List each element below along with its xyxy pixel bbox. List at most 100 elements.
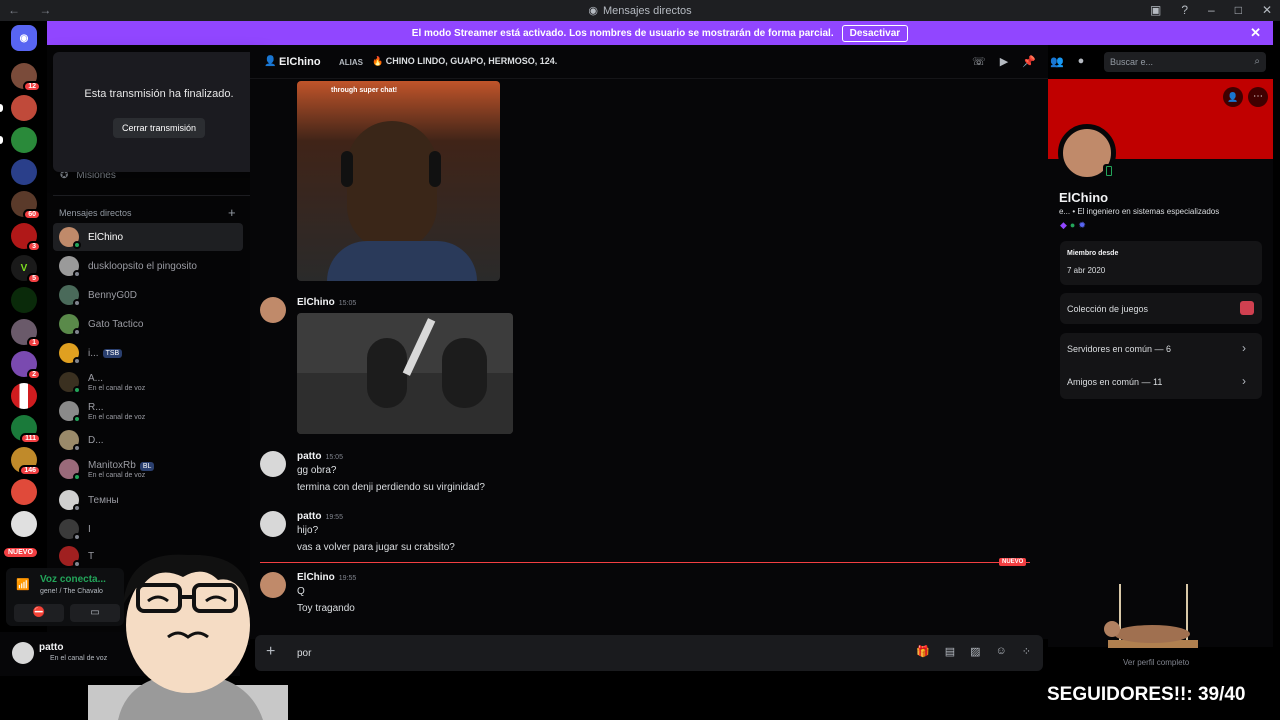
- chevron-right-icon: ›: [1242, 374, 1246, 388]
- avatar: [59, 401, 81, 423]
- dm-item[interactable]: ElChino: [53, 223, 243, 251]
- server-icon[interactable]: [11, 383, 37, 409]
- server-icon[interactable]: [0, 127, 37, 153]
- server-icon[interactable]: 60: [11, 191, 41, 220]
- apps-icon[interactable]: ⁘: [1022, 645, 1031, 658]
- new-servers-badge[interactable]: NUEVO: [4, 548, 37, 557]
- discord-icon: ◉: [588, 5, 598, 17]
- search-icon: ⌕: [1254, 56, 1260, 67]
- dm-name: A...: [88, 372, 104, 384]
- server-icon[interactable]: 3: [11, 223, 41, 252]
- badge-icon[interactable]: ◆: [1060, 220, 1067, 231]
- dm-name-block: R... En el canal de voz: [88, 402, 145, 421]
- message-author[interactable]: ElChino 19:55: [297, 572, 356, 583]
- streamer-banner-text: El modo Streamer está activado. Los nomb…: [411, 27, 834, 39]
- minimize-icon[interactable]: –: [1208, 3, 1215, 17]
- message-input[interactable]: [297, 645, 857, 661]
- camera-off-button[interactable]: ⛔: [14, 604, 64, 622]
- inbox-icon[interactable]: ▣: [1150, 3, 1161, 17]
- profile-icon[interactable]: ●: [1078, 55, 1085, 68]
- games-label: Colección de juegos: [1067, 304, 1149, 314]
- add-friend-icon[interactable]: 👤: [1223, 87, 1243, 107]
- badge-icon[interactable]: ✹: [1078, 220, 1086, 231]
- new-messages-divider: [260, 562, 1030, 563]
- server-icon[interactable]: 2: [11, 351, 41, 380]
- server-icon[interactable]: 111: [11, 415, 41, 444]
- dm-item[interactable]: ManitoxRb BL En el canal de voz: [53, 455, 243, 483]
- dm-name: Темны: [88, 494, 119, 506]
- avatar[interactable]: [260, 451, 286, 477]
- image-attachment[interactable]: [297, 313, 513, 434]
- create-dm-button[interactable]: +: [228, 205, 236, 220]
- avatar[interactable]: [260, 297, 286, 323]
- server-icon[interactable]: [11, 511, 37, 537]
- server-icon[interactable]: 12: [11, 63, 41, 92]
- emoji-icon[interactable]: ☺: [996, 645, 1007, 658]
- avatar: [59, 343, 81, 365]
- more-icon[interactable]: ⋯: [1248, 87, 1268, 107]
- channel-name[interactable]: ElChino: [279, 56, 321, 68]
- server-icon[interactable]: 1: [11, 319, 41, 348]
- discord-logo-icon: ◉: [19, 32, 29, 44]
- cartoon-figure: [367, 338, 407, 408]
- sticker-icon[interactable]: ▨: [970, 645, 980, 658]
- video-icon[interactable]: ▶: [1000, 55, 1008, 68]
- maximize-icon[interactable]: □: [1235, 3, 1242, 17]
- view-full-profile-link[interactable]: Ver perfil completo: [1123, 658, 1189, 667]
- dm-item[interactable]: i... TSB: [53, 339, 243, 367]
- mention-badge: 12: [23, 81, 41, 92]
- server-icon[interactable]: [11, 159, 37, 185]
- close-window-icon[interactable]: ✕: [1262, 3, 1272, 17]
- dm-item[interactable]: BennyG0D: [53, 281, 243, 309]
- chat-header: 👤 ElChino ALIAS 🔥 CHINO LINDO, GUAPO, HE…: [250, 45, 1084, 79]
- dm-status: En el canal de voz: [88, 384, 146, 392]
- dm-item[interactable]: A... En el canal de voz: [53, 368, 243, 396]
- timestamp: 15:05: [325, 454, 343, 461]
- message-author[interactable]: ElChino 15:05: [297, 297, 356, 308]
- add-attachment-icon[interactable]: +: [266, 643, 275, 661]
- avatar[interactable]: [12, 642, 34, 664]
- close-stream-button[interactable]: Cerrar transmisión: [113, 118, 205, 138]
- close-banner-icon[interactable]: ✕: [1250, 25, 1261, 41]
- mention-badge: 146: [19, 465, 41, 476]
- pin-icon[interactable]: 📌: [1022, 55, 1036, 68]
- profile-avatar[interactable]: [1058, 124, 1116, 182]
- call-icon[interactable]: ☏: [972, 55, 986, 68]
- server-icon[interactable]: [11, 479, 37, 505]
- dm-item[interactable]: Темны: [53, 486, 243, 514]
- streamer-mode-banner: El modo Streamer está activado. Los nomb…: [47, 21, 1273, 45]
- avatar[interactable]: [260, 511, 286, 537]
- message-text: Q: [297, 586, 305, 597]
- dm-item[interactable]: Gato Tactico: [53, 310, 243, 338]
- mention-badge: 1: [27, 337, 41, 348]
- gif-icon[interactable]: ▤: [945, 645, 955, 658]
- timestamp: 15:05: [338, 300, 357, 307]
- friends-in-common-row[interactable]: Amigos en común — 11 ›: [1060, 366, 1262, 397]
- server-icon[interactable]: [11, 287, 37, 313]
- server-icon[interactable]: 146: [11, 447, 41, 476]
- servers-in-common-row[interactable]: Servidores en común — 6 ›: [1060, 333, 1262, 364]
- headphones: [341, 151, 353, 187]
- dm-item[interactable]: I: [53, 515, 243, 543]
- dm-item[interactable]: D...: [53, 426, 243, 454]
- server-icon[interactable]: V5: [11, 255, 41, 284]
- message-text: termina con denji perdiendo su virginida…: [297, 482, 485, 493]
- avatar[interactable]: [260, 572, 286, 598]
- server-icon[interactable]: [0, 95, 37, 121]
- dm-item[interactable]: R... En el canal de voz: [53, 397, 243, 425]
- games-collection-card[interactable]: Colección de juegos: [1060, 293, 1262, 324]
- dm-status: En el canal de voz: [88, 413, 146, 421]
- gift-icon[interactable]: 🎁: [916, 645, 930, 658]
- avatar: [59, 490, 81, 512]
- message-author[interactable]: patto 19:55: [297, 511, 343, 522]
- dm-item[interactable]: duskloopsito el pingosito: [53, 252, 243, 280]
- message-author[interactable]: patto 15:05: [297, 451, 343, 462]
- badge-icon[interactable]: ●: [1070, 220, 1075, 231]
- home-button[interactable]: ◉: [11, 25, 37, 51]
- deactivate-button[interactable]: Desactivar: [841, 24, 909, 42]
- nav-arrows[interactable]: ← →: [8, 3, 59, 17]
- image-attachment[interactable]: through super chat!: [297, 81, 500, 281]
- add-friend-icon[interactable]: 👥: [1050, 55, 1064, 68]
- search-input[interactable]: Buscar e... ⌕: [1104, 52, 1266, 72]
- help-icon[interactable]: ?: [1181, 3, 1188, 17]
